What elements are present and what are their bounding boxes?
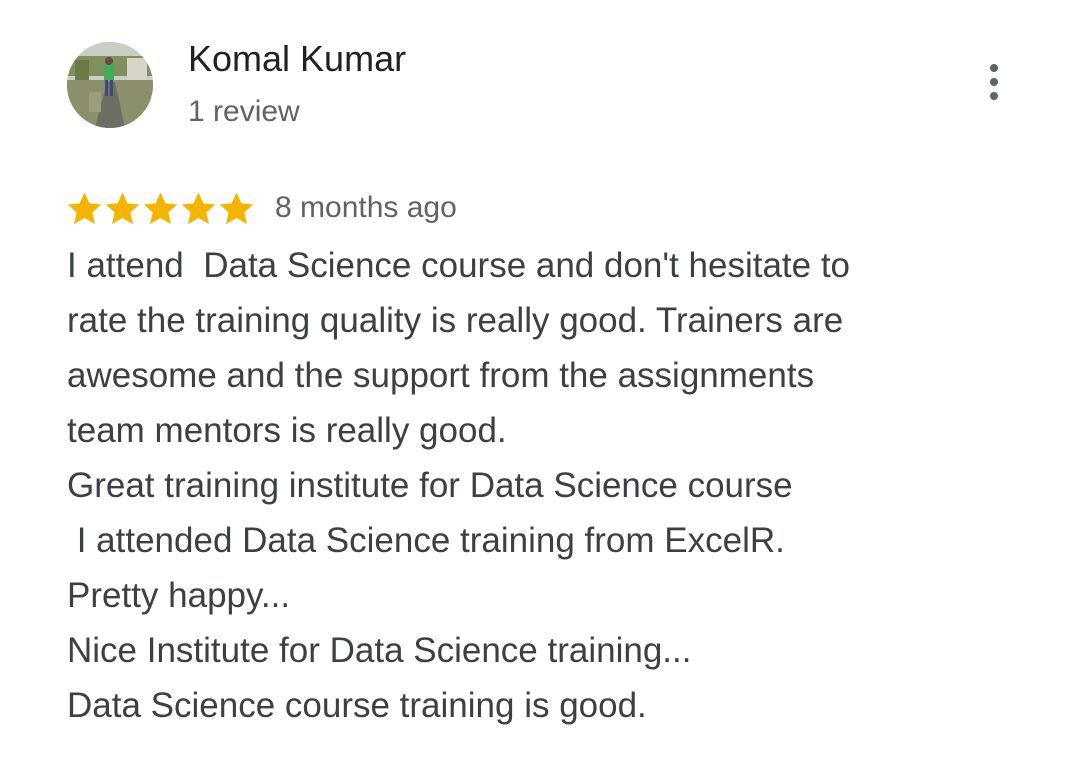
review-text-line: team mentors is really good. [67, 411, 507, 450]
review-text-line: awesome and the support from the assignm… [67, 356, 815, 395]
menu-dot [990, 78, 998, 86]
review-text-line: Pretty happy... [67, 576, 291, 615]
menu-dot [990, 92, 998, 100]
rating-row: 8 months ago [66, 185, 457, 231]
reviewer-review-count: 1 review [188, 95, 300, 128]
review-text-line: I attended Data Science training from Ex… [67, 521, 785, 560]
review-text: I attend Data Science course and don't h… [67, 238, 1027, 733]
review-text-line: rate the training quality is really good… [67, 301, 844, 340]
star-icon [105, 191, 140, 224]
star-icon [143, 191, 178, 224]
menu-dot [990, 64, 998, 72]
star-rating [66, 190, 255, 227]
review-date: 8 months ago [275, 191, 457, 224]
reviewer-avatar[interactable] [67, 42, 153, 128]
more-options-icon[interactable] [978, 60, 1010, 104]
star-icon [67, 191, 102, 224]
review-text-line: Nice Institute for Data Science training… [67, 631, 692, 670]
star-icon [219, 191, 254, 224]
reviewer-name[interactable]: Komal Kumar [188, 38, 406, 80]
review-text-line: I attend Data Science course and don't h… [67, 246, 851, 285]
star-icon [181, 191, 216, 224]
review-text-line: Great training institute for Data Scienc… [67, 466, 793, 505]
review-text-line: Data Science course training is good. [67, 686, 647, 725]
